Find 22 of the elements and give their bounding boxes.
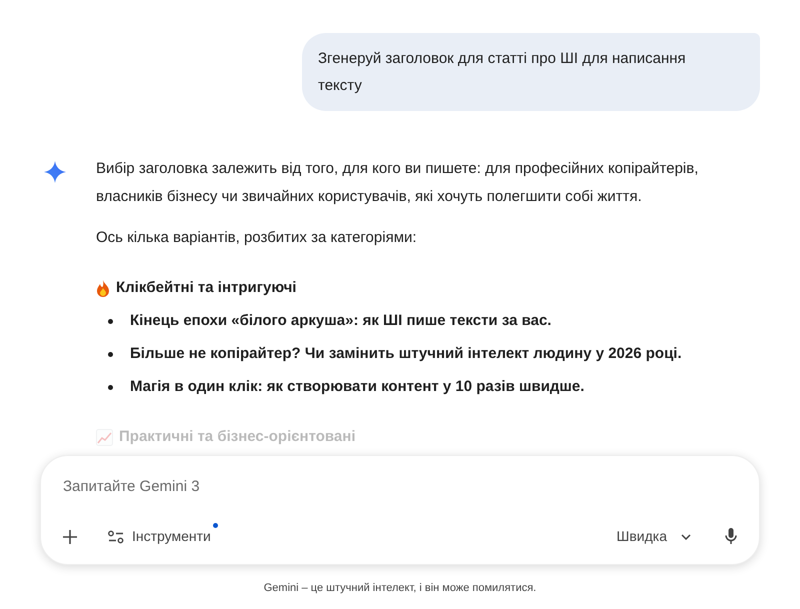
prompt-input[interactable]: Запитайте Gemini 3 [63,474,737,498]
bullet-icon [108,352,113,356]
list-item: Магія в один клік: як створювати контент у 10 разів швидше. [130,377,584,397]
bullet-icon [108,384,113,390]
chart-icon [96,428,113,446]
mode-dropdown[interactable]: Швидка [616,526,691,547]
fire-icon [96,280,110,296]
sparkle-icon [44,161,66,183]
microphone-icon[interactable] [725,528,737,545]
sliders-icon [108,530,124,544]
section-heading: Клікбейтні та інтригуючі [116,278,296,298]
list-item: Кінець епохи «білого аркуша»: як ШІ пише тексти за вас. [130,311,552,331]
user-message: Згенеруй заголовок для статті про ШІ для написання тексту [302,33,760,111]
plus-icon[interactable] [63,530,77,544]
disclaimer-text: Gemini – це штучний інтелект, і він може помилятися. [264,581,536,596]
chevron-down-icon [681,534,691,540]
list-item: Більше не копірайтер? Чи замінить штучний інтелект людину у 2026 році. [130,344,682,364]
section-heading: Практичні та бізнес-орієнтовані [119,427,356,447]
response-paragraph: Вибір заголовка залежить від того, для кого ви пишете: для професійних копірайтерів, власників бізнесу чи звичайних користувачів, які хочуть полегшити собі життя. [96,159,700,207]
bullet-icon [108,318,113,324]
tools-button[interactable]: Інструменти [108,526,211,547]
response-paragraph: Ось кілька варіантів, розбитих за категоріями: [96,228,418,248]
